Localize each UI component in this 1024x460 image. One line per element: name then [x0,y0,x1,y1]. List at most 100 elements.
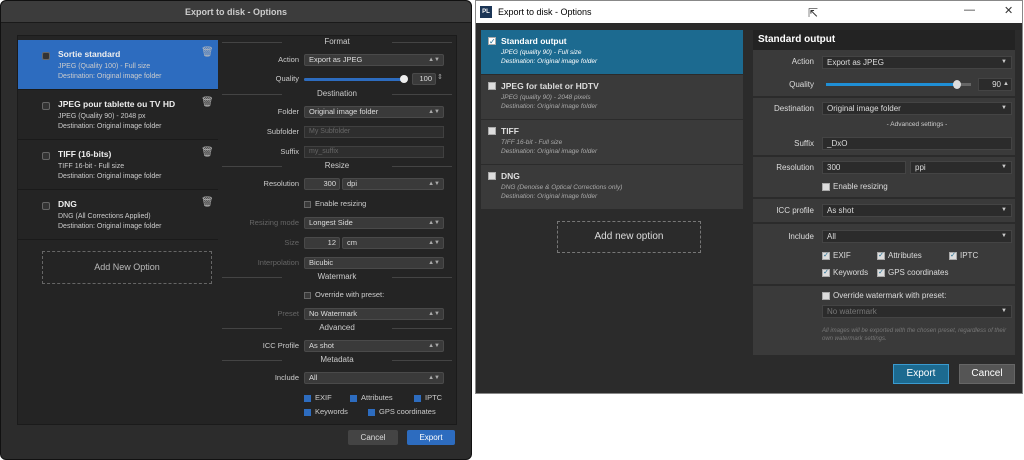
gps-checkbox[interactable]: GPS coordinates [368,407,436,416]
option-detail: JPEG (quality 90) - Full size [501,49,582,56]
trash-icon[interactable]: 🗑 [201,98,214,108]
checkbox[interactable] [42,52,50,60]
list-item[interactable]: DNG DNG (Denoise & Optical Corrections o… [481,165,743,210]
subfolder-label: Subfolder [266,127,299,136]
iptc-checkbox[interactable]: IPTC [414,393,442,402]
subfolder-input[interactable]: My Subfolder [304,126,444,138]
include-select[interactable]: All ▲▼ [304,372,444,384]
preset-select[interactable]: No Watermark ▲▼ [304,308,444,320]
panel-title: Standard output [753,30,1015,50]
list-item[interactable]: TIFF TIFF 16-bit - Full size Destination… [481,120,743,165]
checkbox[interactable] [488,172,496,180]
size-input[interactable]: 12 [304,237,340,249]
exif-checkbox[interactable]: EXIF [304,393,332,402]
option-detail: JPEG (Quality 90) - 2048 px [58,113,146,120]
quality-stepper[interactable]: ⇕ [437,73,443,81]
override-watermark-checkbox[interactable]: Override watermark with preset: [822,291,946,300]
section-advanced: Advanced [222,322,452,334]
quality-input[interactable]: 90 ▲ [978,78,1012,91]
include-select[interactable]: All ▼ [822,230,1012,243]
list-item[interactable]: 🗑 TIFF (16-bits) TIFF 16-bit - Full size… [18,140,218,190]
trash-icon[interactable]: 🗑 [201,198,214,208]
option-name: DNG [501,171,520,181]
add-new-option-button[interactable]: Add New Option [42,251,212,284]
option-destination: Destination: Original image folder [501,193,598,200]
list-item[interactable]: 🗑 Sortie standard JPEG (Quality 100) - F… [18,40,218,90]
enable-resizing-checkbox[interactable]: Enable resizing [822,182,888,191]
list-item[interactable]: 🗑 DNG DNG (All Corrections Applied) Dest… [18,190,218,240]
checkbox[interactable] [488,127,496,135]
exif-checkbox[interactable]: ✓ EXIF [822,251,851,260]
resolution-input[interactable]: 300 [822,161,906,174]
close-icon[interactable]: ✕ [1004,4,1013,17]
resolution-input[interactable]: 300 [304,178,340,190]
suffix-input[interactable]: my_suffix [304,146,444,158]
option-destination: Destination: Original image folder [501,103,598,110]
list-item[interactable]: 🗑 JPEG pour tablette ou TV HD JPEG (Qual… [18,90,218,140]
folder-label: Folder [277,107,299,116]
action-select[interactable]: Export as JPEG ▼ [822,56,1012,69]
list-item[interactable]: JPEG for tablet or HDTV JPEG (quality 90… [481,75,743,120]
cancel-button[interactable]: Cancel [348,430,398,445]
quality-input[interactable]: 100 [412,73,436,85]
add-new-option-button[interactable]: Add new option [557,221,701,253]
watermark-select[interactable]: No watermark ▼ [822,305,1012,318]
advanced-settings-link[interactable]: - Advanced settings - [822,121,1012,128]
cancel-button[interactable]: Cancel [959,364,1015,384]
option-detail: DNG (Denoise & Optical Corrections only) [501,184,623,191]
resizing-mode-select[interactable]: Longest Side ▲▼ [304,217,444,229]
icc-profile-select[interactable]: As shot ▲▼ [304,340,444,352]
option-name: JPEG for tablet or HDTV [501,81,599,91]
option-list: ✓ Standard output JPEG (quality 90) - Fu… [481,30,743,210]
resolution-unit-select[interactable]: dpi ▲▼ [342,178,444,190]
resolution-label: Resolution [776,163,814,172]
section-watermark: Watermark [222,271,452,283]
quality-slider-thumb[interactable] [952,80,961,89]
quality-slider-fill [304,78,404,81]
checkbox[interactable] [42,152,50,160]
quality-slider-fill [826,83,957,86]
keywords-checkbox[interactable]: ✓ Keywords [822,268,868,277]
section-destination: Destination [222,88,452,100]
icc-profile-label: ICC profile [776,206,814,215]
list-item[interactable]: ✓ Standard output JPEG (quality 90) - Fu… [481,30,743,75]
checkbox[interactable] [42,202,50,210]
checkbox[interactable] [488,82,496,90]
export-button[interactable]: Export [893,364,949,384]
minimize-icon[interactable]: — [964,4,975,16]
keywords-checkbox[interactable]: Keywords [304,407,348,416]
suffix-input[interactable]: _DxO [822,137,1012,150]
divider [753,96,1015,98]
resolution-unit-select[interactable]: ppi ▼ [910,161,1012,174]
gps-checkbox[interactable]: ✓ GPS coordinates [877,268,948,277]
checkbox[interactable]: ✓ [488,37,496,46]
quality-slider[interactable] [304,75,408,83]
option-list: 🗑 Sortie standard JPEG (Quality 100) - F… [18,40,218,240]
dialog-title: Export to disk - Options [1,1,471,23]
attributes-checkbox[interactable]: Attributes [350,393,393,402]
folder-select[interactable]: Original image folder ▲▼ [304,106,444,118]
enable-resizing-checkbox[interactable]: Enable resizing [304,199,366,208]
quality-slider[interactable] [826,83,971,86]
icc-profile-select[interactable]: As shot ▼ [822,204,1012,217]
interpolation-select[interactable]: Bicubic ▲▼ [304,257,444,269]
options-form: Format Action Export as JPEG ▲▼ Quality 1… [222,36,452,436]
destination-select[interactable]: Original image folder ▼ [822,102,1012,115]
watermark-note: All images will be exported with the cho… [822,328,1007,342]
export-button[interactable]: Export [407,430,455,445]
trash-icon[interactable]: 🗑 [201,148,214,158]
trash-icon[interactable]: 🗑 [201,48,214,58]
quality-slider-thumb[interactable] [400,75,408,83]
section-resize: Resize [222,160,452,172]
action-select[interactable]: Export as JPEG ▲▼ [304,54,444,66]
checkbox[interactable] [42,102,50,110]
iptc-checkbox[interactable]: ✓ IPTC [949,251,978,260]
override-preset-checkbox[interactable]: Override with preset: [304,290,384,299]
destination-label: Destination [773,104,814,113]
section-metadata: Metadata [222,354,452,366]
option-name: DNG [58,199,77,209]
include-label: Include [274,373,299,382]
quality-label: Quality [789,80,814,89]
size-unit-select[interactable]: cm ▲▼ [342,237,444,249]
attributes-checkbox[interactable]: ✓ Attributes [877,251,922,260]
